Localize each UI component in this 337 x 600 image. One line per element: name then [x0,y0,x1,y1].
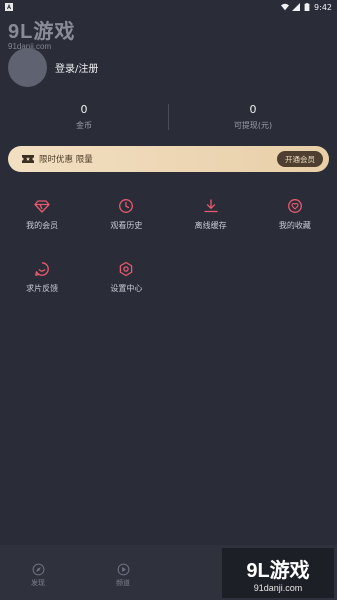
vip-promo-banner[interactable]: 限时优惠 限量 开通会员 [8,146,329,172]
stats-row: 0 金币 0 可提现(元) [0,96,337,138]
heart-icon [287,199,302,213]
menu-item-offline-cache[interactable]: 离线缓存 [169,198,253,231]
menu-item-label: 离线缓存 [194,221,227,230]
menu-item-settings[interactable]: 设置中心 [84,261,168,294]
wifi-icon [281,3,290,11]
watermark-logo: 9L游戏 [246,559,310,582]
stat-value: 0 [249,103,257,116]
stat-label: 可提现(元) [233,121,273,130]
nav-label: 发现 [31,579,45,587]
menu-item-label: 我的会员 [26,221,59,230]
battery-icon [304,3,310,11]
menu-item-label: 设置中心 [110,284,143,293]
login-register-link[interactable]: 登录/注册 [55,60,98,75]
nav-label: 频道 [116,579,130,587]
menu-item-label: 观看历史 [110,221,143,230]
signal-icon [292,3,301,11]
menu-item-label: 求片反馈 [26,284,59,293]
menu-item-favorites[interactable]: 我的收藏 [253,198,337,231]
stat-coins[interactable]: 0 金币 [0,103,168,131]
download-icon [203,199,218,213]
settings-icon [120,261,133,277]
menu-item-request-feedback[interactable]: 求片反馈 [0,261,84,294]
stat-withdrawable[interactable]: 0 可提现(元) [169,103,337,131]
play-icon [117,563,129,576]
watermark-url: 91danji.com [253,582,303,593]
status-bar: 9:42 [0,0,337,14]
open-vip-button[interactable]: 开通会员 [277,151,323,167]
a-notification-icon [5,3,13,11]
watermark-top: 9L游戏 91danji.com [8,14,108,52]
watermark-logo: 9L游戏 [8,21,76,43]
avatar[interactable] [8,48,47,87]
nav-tab-discover[interactable]: 发现 [31,563,45,588]
clock-icon [119,199,134,213]
compass-icon [32,563,44,576]
smile-icon [35,262,49,276]
vip-promo-text: 限时优惠 限量 [39,155,93,165]
watermark-bottom: 9L游戏 91danji.com [222,548,334,598]
menu-item-history[interactable]: 观看历史 [84,198,168,231]
menu-grid: 我的会员 观看历史 离线缓存 我的收藏 求片反馈 设置中心 [0,198,337,294]
ticket-icon [22,155,34,163]
diamond-icon [34,200,50,213]
status-time: 9:42 [314,2,332,12]
stat-value: 0 [80,103,88,116]
stat-label: 金币 [76,121,92,130]
menu-item-membership[interactable]: 我的会员 [0,198,84,231]
menu-item-label: 我的收藏 [278,221,311,230]
nav-tab-channel[interactable]: 频道 [116,563,130,588]
